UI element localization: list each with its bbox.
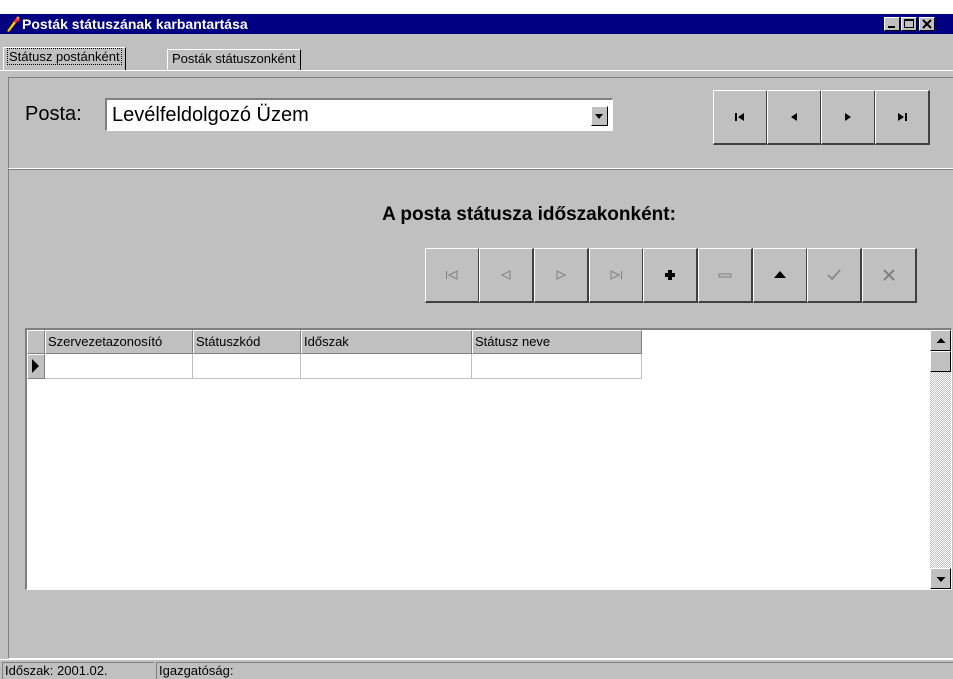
posta-label: Posta: bbox=[25, 103, 82, 125]
maximize-button[interactable] bbox=[901, 17, 917, 31]
tab-divider bbox=[0, 70, 953, 71]
column-header[interactable]: Státuszkód bbox=[193, 330, 301, 354]
scroll-up-button[interactable] bbox=[930, 330, 951, 351]
db-edit-button[interactable] bbox=[753, 248, 808, 303]
last-record-button[interactable] bbox=[875, 90, 930, 145]
plus-icon bbox=[665, 270, 675, 280]
db-prior-button[interactable] bbox=[479, 248, 534, 303]
tab-status-by-post[interactable]: Státusz postánként bbox=[3, 47, 126, 70]
posta-combobox-value: Levélfeldolgozó Üzem bbox=[112, 104, 309, 126]
tab-label: Posták státuszonként bbox=[172, 51, 296, 66]
grid-cell[interactable] bbox=[472, 354, 642, 379]
posta-panel: Posta: Levélfeldolgozó Üzem bbox=[8, 77, 953, 169]
current-row-pointer-icon bbox=[32, 359, 39, 373]
row-indicator[interactable] bbox=[27, 354, 45, 379]
grid-cell[interactable] bbox=[301, 354, 472, 379]
column-header[interactable]: Státusz neve bbox=[472, 330, 642, 354]
minus-icon bbox=[718, 273, 732, 278]
title-bar[interactable]: Posták státuszának karbantartása bbox=[0, 14, 953, 34]
column-header[interactable]: Időszak bbox=[301, 330, 472, 354]
tab-posts-by-status[interactable]: Posták státuszonként bbox=[167, 49, 301, 70]
arrow-right-icon bbox=[556, 270, 567, 280]
cancel-x-icon bbox=[883, 269, 895, 281]
status-bar: Időszak: 2001.02. Igazgatóság: bbox=[0, 659, 953, 679]
vertical-scrollbar[interactable] bbox=[930, 330, 951, 589]
db-delete-button[interactable] bbox=[698, 248, 753, 303]
db-next-button[interactable] bbox=[534, 248, 589, 303]
grid-cell[interactable] bbox=[193, 354, 301, 379]
tab-strip: Státusz postánként Posták státuszonként bbox=[0, 34, 953, 72]
arrow-right-icon bbox=[845, 113, 851, 121]
posta-combobox[interactable]: Levélfeldolgozó Üzem bbox=[105, 98, 613, 131]
first-record-button[interactable] bbox=[713, 90, 768, 145]
column-header[interactable]: Szervezetazonosító bbox=[45, 330, 193, 354]
grid-corner bbox=[27, 330, 45, 354]
grid-cell[interactable] bbox=[45, 354, 193, 379]
skip-last-icon bbox=[610, 270, 622, 280]
previous-record-button[interactable] bbox=[767, 90, 822, 145]
db-last-button[interactable] bbox=[589, 248, 644, 303]
status-grid[interactable]: Szervezetazonosító Státuszkód Időszak St… bbox=[25, 328, 952, 590]
triangle-up-icon bbox=[774, 271, 786, 278]
next-record-button[interactable] bbox=[821, 90, 876, 145]
status-panel: A posta státusza időszakonként: Szerveze… bbox=[8, 169, 953, 659]
db-post-button[interactable] bbox=[807, 248, 862, 303]
scroll-thumb[interactable] bbox=[930, 351, 951, 372]
section-heading: A posta státusza időszakonként: bbox=[382, 204, 676, 225]
status-department: Igazgatóság: bbox=[156, 662, 953, 679]
db-insert-button[interactable] bbox=[643, 248, 698, 303]
skip-last-icon bbox=[898, 113, 907, 121]
db-first-button[interactable] bbox=[425, 248, 480, 303]
window-title: Posták státuszának karbantartása bbox=[22, 16, 248, 32]
skip-first-icon bbox=[735, 113, 744, 121]
arrow-down-icon bbox=[936, 576, 945, 582]
status-period: Időszak: 2001.02. bbox=[2, 662, 154, 679]
scroll-down-button[interactable] bbox=[930, 568, 951, 589]
minimize-button[interactable] bbox=[884, 17, 900, 31]
app-icon bbox=[5, 16, 21, 33]
skip-first-icon bbox=[446, 270, 458, 280]
db-cancel-button[interactable] bbox=[862, 248, 917, 303]
arrow-up-icon bbox=[936, 337, 945, 343]
checkmark-icon bbox=[827, 269, 841, 281]
main-window: Posták státuszának karbantartása Státusz… bbox=[0, 14, 953, 679]
tab-label: Státusz postánként bbox=[7, 48, 122, 65]
arrow-left-icon bbox=[791, 113, 797, 121]
arrow-left-icon bbox=[500, 270, 511, 280]
chevron-down-icon[interactable] bbox=[591, 106, 608, 126]
close-button[interactable] bbox=[919, 17, 935, 31]
